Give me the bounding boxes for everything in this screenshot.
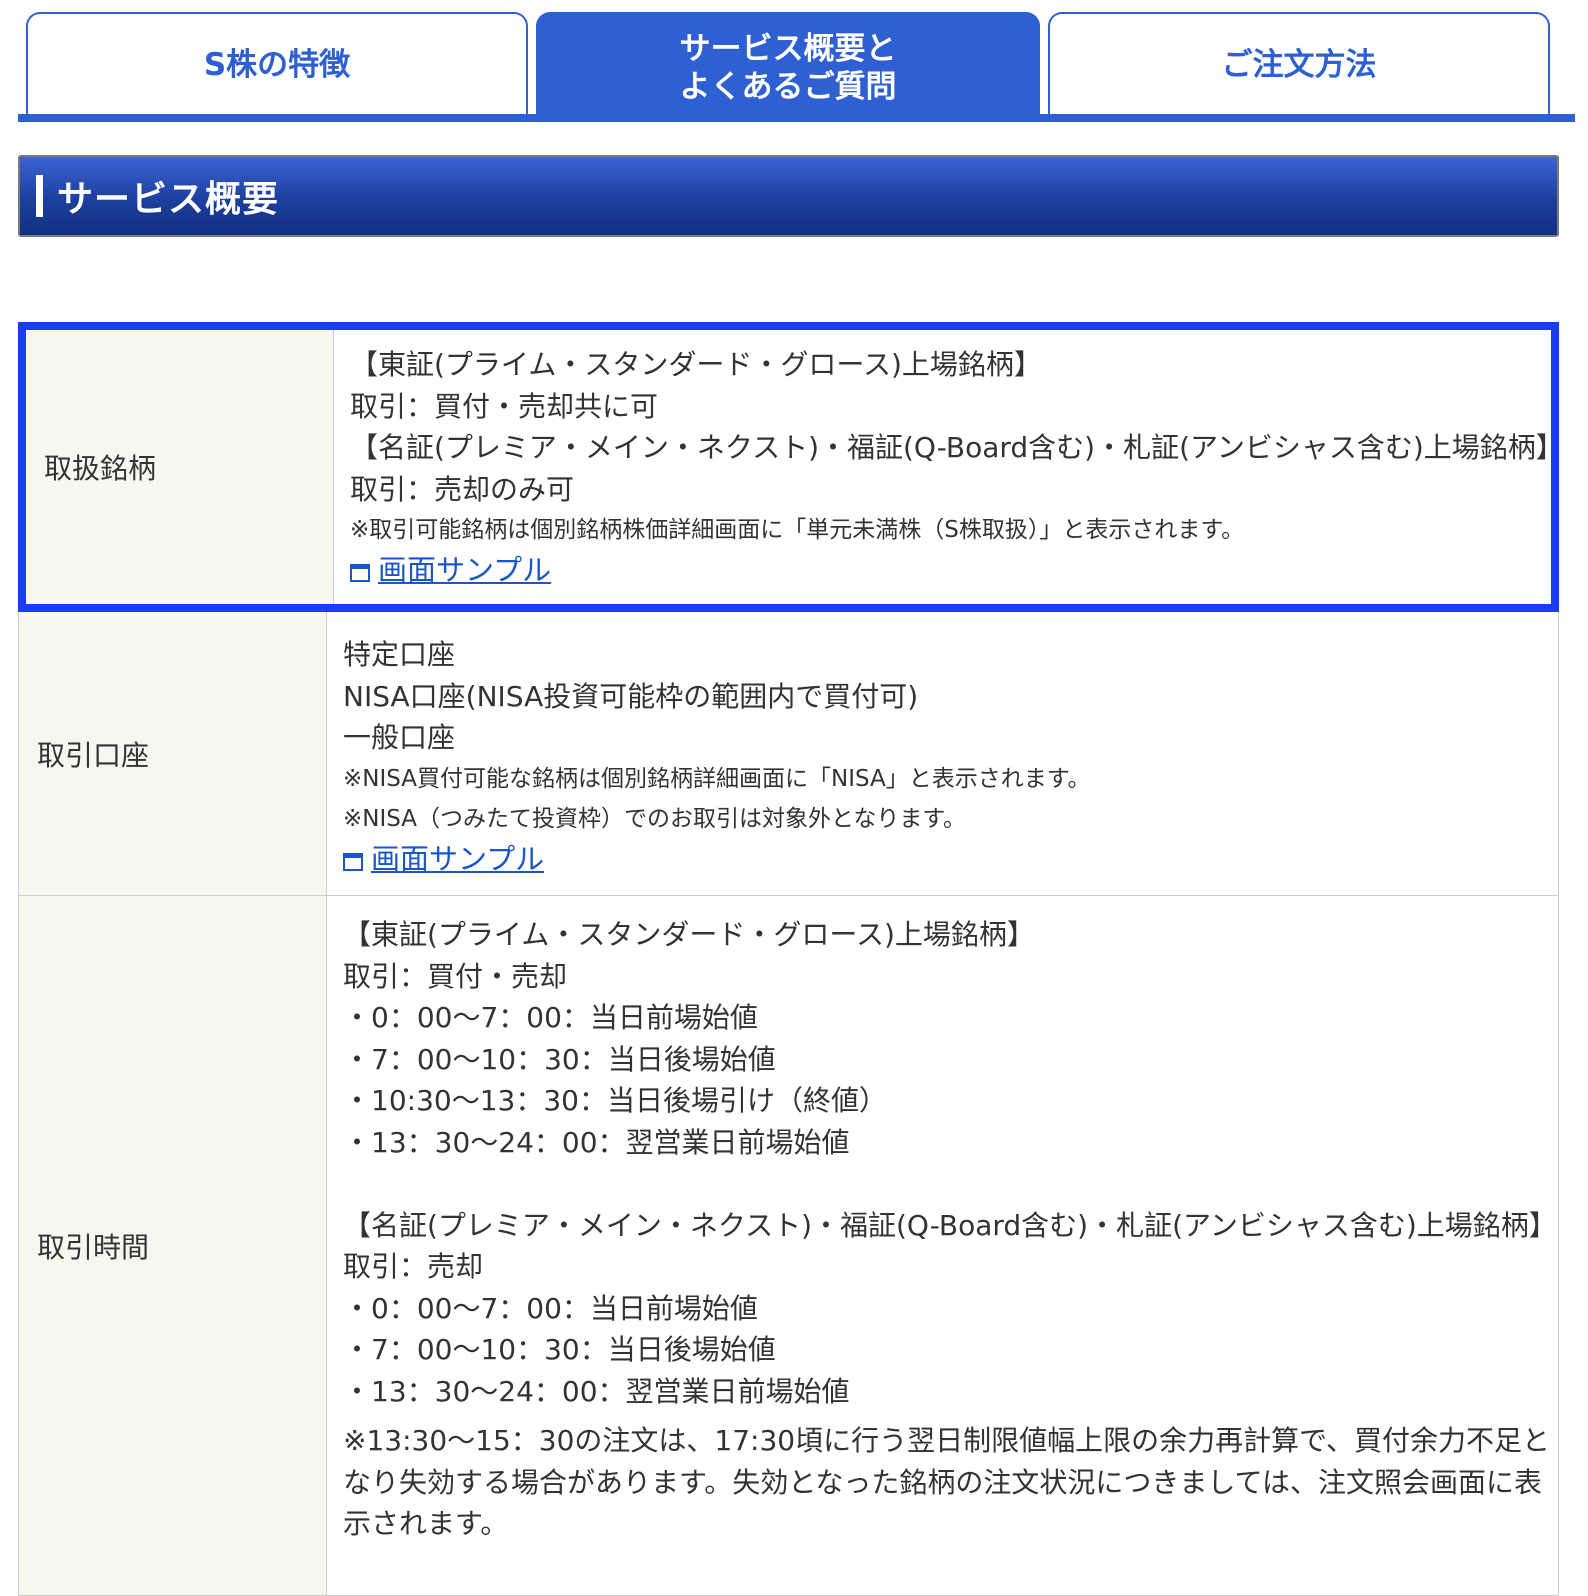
content-line: 【名証(プレミア・メイン・ネクスト)・福証(Q-Board含む)・札証(アンビシ… <box>350 431 1564 464</box>
content-note: ※NISA買付可能な銘柄は個別銘柄詳細画面に「NISA」と表示されます。 <box>343 765 1091 792</box>
table-row-accounts: 取引口座 特定口座 NISA口座(NISA投資可能枠の範囲内で買付可) 一般口座… <box>18 612 1559 896</box>
section-title: サービス概要 <box>57 179 280 220</box>
content-note: ※取引可能銘柄は個別銘柄株価詳細画面に「単元未満株（S株取扱）」と表示されます。 <box>350 517 1245 543</box>
content-line: ・7：00〜10：30：当日後場始値 <box>343 1042 776 1076</box>
tab-bar: S株の特徴 サービス概要と よくあるご質問 ご注文方法 <box>18 12 1575 122</box>
content-note: ※NISA（つみたて投資枠）でのお取引は対象外となります。 <box>343 805 967 832</box>
content-line: NISA口座(NISA投資可能枠の範囲内で買付可) <box>343 679 919 713</box>
content-line: 【名証(プレミア・メイン・ネクスト)・福証(Q-Board含む)・札証(アンビシ… <box>343 1208 1557 1242</box>
row-label: 取扱銘柄 <box>26 330 334 604</box>
new-window-icon <box>343 852 363 871</box>
content-line: ・13：30〜24：00：翌営業日前場始値 <box>343 1125 850 1159</box>
table-row-symbols: 取扱銘柄 【東証(プライム・スタンダード・グロース)上場銘柄】 取引：買付・売却… <box>18 322 1564 612</box>
content-line: 取引：買付・売却共に可 <box>350 389 659 423</box>
link-label: 画面サンプル <box>378 553 552 587</box>
content-line: 一般口座 <box>343 721 456 754</box>
tab-service-overview-faq[interactable]: サービス概要と よくあるご質問 <box>536 12 1040 122</box>
content-line: 【東証(プライム・スタンダード・グロース)上場銘柄】 <box>343 918 1035 951</box>
content-line: ・13：30〜24：00：翌営業日前場始値 <box>343 1374 850 1408</box>
content-line: ・0：00〜7：00：当日前場始値 <box>343 1001 758 1034</box>
screen-sample-link[interactable]: 画面サンプル <box>343 839 1542 879</box>
content-line: 取引：売却 <box>343 1250 484 1283</box>
new-window-icon <box>350 564 370 582</box>
content-paragraph: ※13:30〜15：30の注文は、17:30頃に行う翌日制限値幅上限の余力再計算… <box>343 1424 1550 1540</box>
content-line: 特定口座 <box>343 638 456 671</box>
header-accent-bar <box>36 175 43 217</box>
row-content: 【東証(プライム・スタンダード・グロース)上場銘柄】 取引：買付・売却共に可 【… <box>334 330 1580 604</box>
content-line: 【東証(プライム・スタンダード・グロース)上場銘柄】 <box>350 348 1042 381</box>
content-line: 取引：買付・売却 <box>343 959 568 993</box>
tab-s-kabu-features[interactable]: S株の特徴 <box>26 12 528 115</box>
screen-sample-link[interactable]: 画面サンプル <box>350 550 1564 590</box>
table-row-trading-hours: 取引時間 【東証(プライム・スタンダード・グロース)上場銘柄】 取引：買付・売却… <box>18 896 1559 1596</box>
tab-label: S株の特徴 <box>203 46 351 83</box>
row-content: 【東証(プライム・スタンダード・グロース)上場銘柄】 取引：買付・売却 ・0：0… <box>327 896 1573 1595</box>
row-content: 特定口座 NISA口座(NISA投資可能枠の範囲内で買付可) 一般口座 ※NIS… <box>327 612 1558 895</box>
tab-label: サービス概要と よくあるご質問 <box>679 31 897 105</box>
tab-label: ご注文方法 <box>1221 46 1377 83</box>
content-line: ・10:30〜13：30：当日後場引け（終値） <box>343 1084 887 1117</box>
link-label: 画面サンプル <box>371 841 545 876</box>
tab-baseline <box>18 114 1575 122</box>
service-overview-table: 取扱銘柄 【東証(プライム・スタンダード・グロース)上場銘柄】 取引：買付・売却… <box>18 322 1564 1596</box>
row-label: 取引口座 <box>19 612 327 895</box>
content-line: ・7：00〜10：30：当日後場始値 <box>343 1333 776 1366</box>
tab-order-method[interactable]: ご注文方法 <box>1048 12 1550 115</box>
row-label: 取引時間 <box>19 896 327 1595</box>
content-line: 取引：売却のみ可 <box>350 472 575 506</box>
content-line: ・0：00〜7：00：当日前場始値 <box>343 1291 758 1325</box>
section-header: サービス概要 <box>18 155 1559 237</box>
